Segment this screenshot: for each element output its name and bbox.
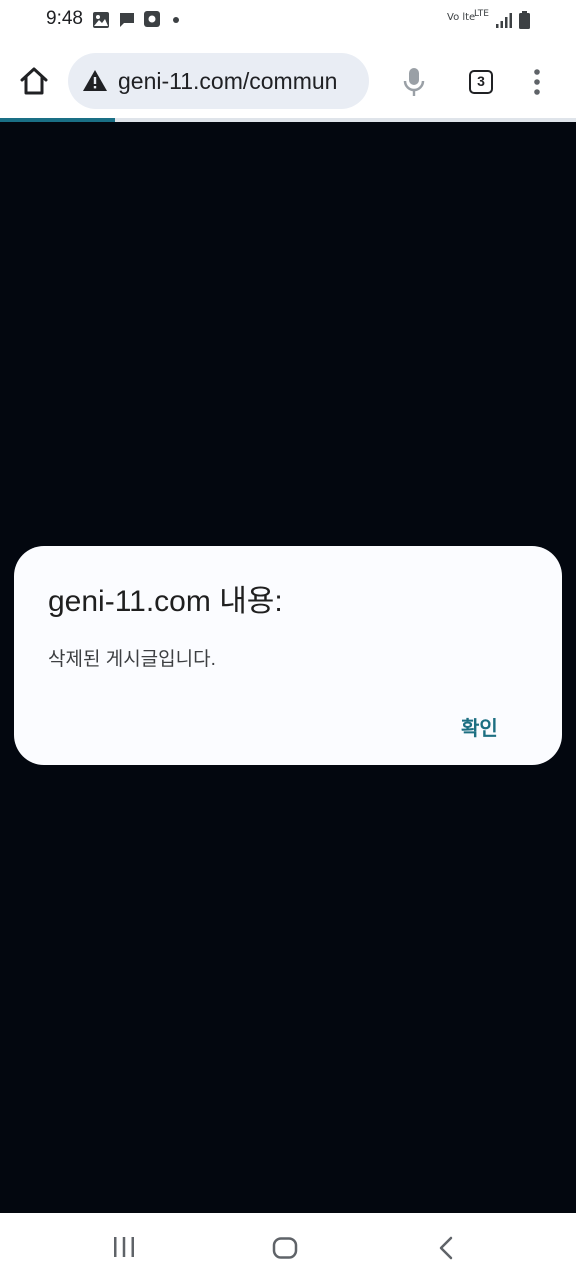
dialog-title: geni-11.com 내용: xyxy=(48,585,283,618)
not-secure-warning-icon[interactable] xyxy=(82,69,108,92)
image-notification-icon xyxy=(93,12,109,28)
alert-dialog: geni-11.com 내용: 삭제된 게시글입니다. 확인 xyxy=(14,546,562,765)
battery-icon xyxy=(519,11,530,29)
tab-count: 3 xyxy=(477,73,485,89)
system-home-icon[interactable] xyxy=(272,1237,298,1259)
more-notifications-dot xyxy=(173,17,179,23)
dialog-message: 삭제된 게시글입니다. xyxy=(48,649,216,670)
microphone-icon[interactable] xyxy=(402,67,426,97)
recent-apps-icon[interactable] xyxy=(113,1237,135,1257)
url-bar[interactable]: geni-11.com/commun xyxy=(68,53,369,109)
browser-toolbar: geni-11.com/commun 3 xyxy=(0,40,576,120)
app-notification-icon xyxy=(144,11,160,27)
tab-switcher-button[interactable]: 3 xyxy=(469,70,493,94)
volte-indicator: Vo lte xyxy=(447,12,476,23)
home-icon[interactable] xyxy=(18,66,50,96)
more-options-icon[interactable] xyxy=(530,68,544,96)
status-time: 9:48 xyxy=(46,8,83,29)
back-icon[interactable] xyxy=(438,1236,454,1260)
url-text[interactable]: geni-11.com/commun xyxy=(118,68,337,95)
message-notification-icon xyxy=(120,13,134,27)
system-navigation-bar xyxy=(0,1213,576,1280)
status-bar: 9:48 Vo lte LTE xyxy=(0,0,576,40)
signal-strength-icon xyxy=(496,13,512,28)
network-type-indicator: LTE xyxy=(474,9,489,19)
ok-button[interactable]: 확인 xyxy=(461,712,498,741)
